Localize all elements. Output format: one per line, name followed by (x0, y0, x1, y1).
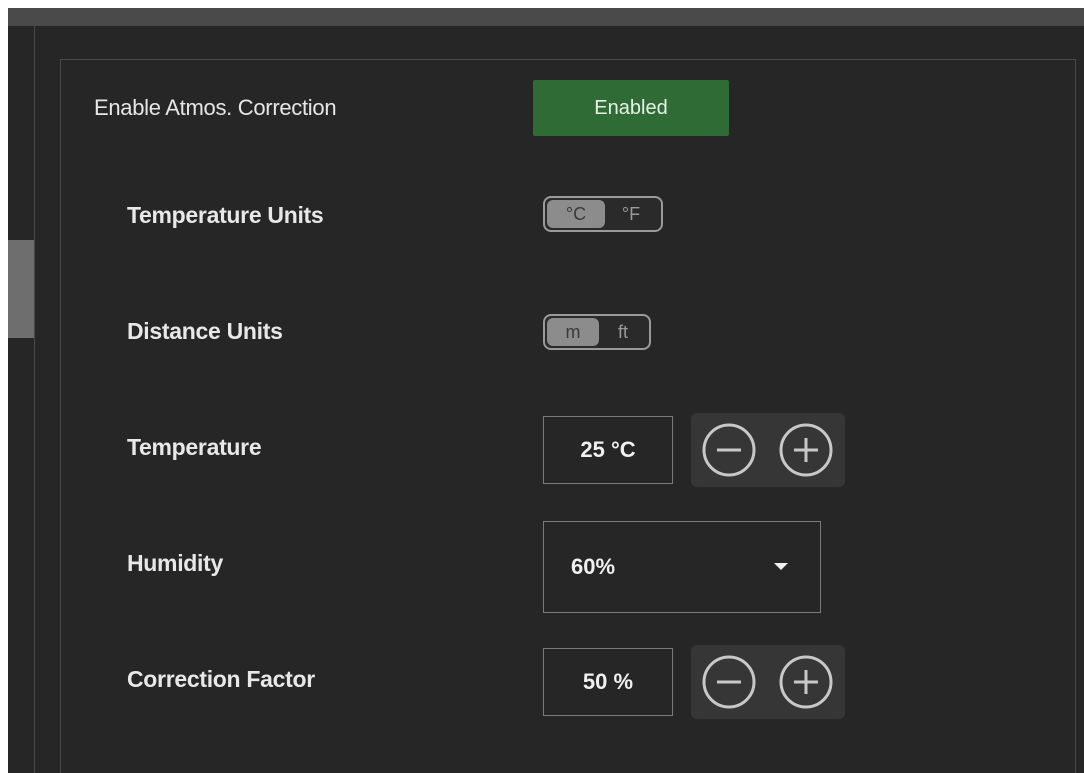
scrollbar-thumb[interactable] (8, 240, 34, 338)
caret-down-icon (774, 563, 788, 570)
enable-atmos-correction-label: Enable Atmos. Correction (94, 95, 337, 120)
temperature-label: Temperature (127, 434, 262, 460)
distance-unit-feet[interactable]: ft (599, 318, 647, 346)
atmos-correction-panel: Enable Atmos. Correction Enabled Tempera… (60, 59, 1076, 773)
correction-factor-stepper (691, 645, 845, 719)
top-bar (8, 8, 1084, 26)
enable-atmos-correction-button[interactable]: Enabled (533, 80, 729, 136)
temperature-unit-celsius[interactable]: °C (547, 200, 605, 228)
correction-factor-label: Correction Factor (127, 666, 315, 692)
distance-units-toggle[interactable]: m ft (543, 314, 651, 350)
app-window: Enable Atmos. Correction Enabled Tempera… (8, 8, 1084, 773)
humidity-dropdown[interactable]: 60% (543, 521, 821, 613)
temperature-stepper (691, 413, 845, 487)
temperature-units-toggle[interactable]: °C °F (543, 196, 663, 232)
plus-circle-icon[interactable] (778, 654, 834, 710)
humidity-label: Humidity (127, 550, 223, 576)
temperature-unit-fahrenheit[interactable]: °F (605, 200, 657, 228)
minus-circle-icon[interactable] (701, 654, 757, 710)
temperature-units-label: Temperature Units (127, 202, 324, 228)
distance-unit-meters[interactable]: m (547, 318, 599, 346)
minus-circle-icon[interactable] (701, 422, 757, 478)
distance-units-label: Distance Units (127, 318, 283, 344)
plus-circle-icon[interactable] (778, 422, 834, 478)
correction-factor-value[interactable]: 50 % (543, 648, 673, 716)
side-scroll-rail (8, 26, 35, 773)
humidity-value: 60% (571, 554, 616, 579)
temperature-value[interactable]: 25 °C (543, 416, 673, 484)
